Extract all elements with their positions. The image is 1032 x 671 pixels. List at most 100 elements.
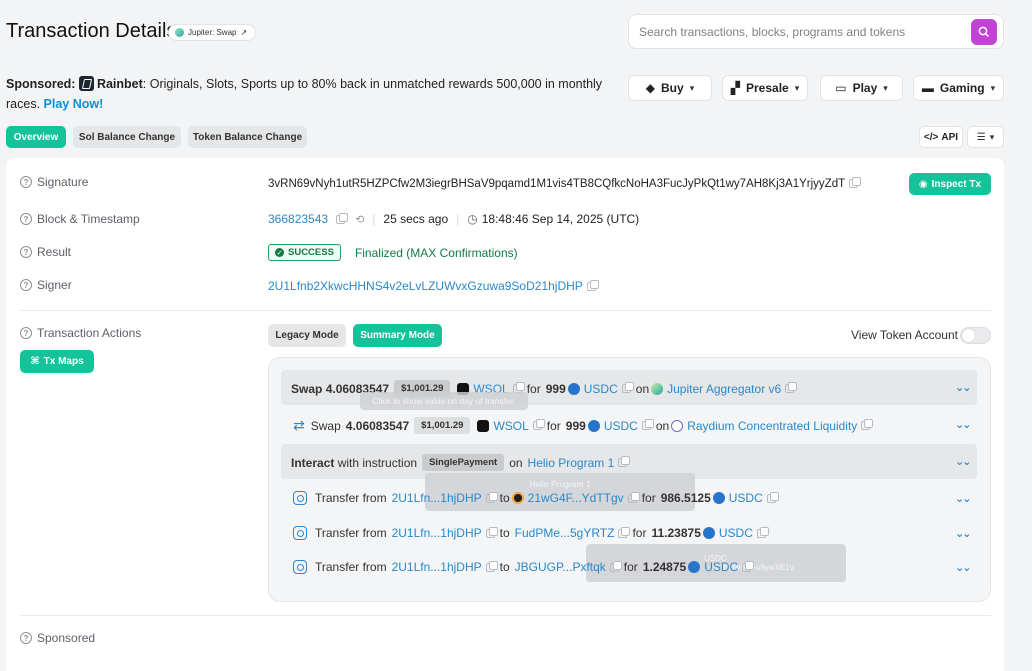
copy-icon[interactable] [621, 382, 634, 393]
expand-icon[interactable]: ⌄⌄ [955, 381, 972, 394]
copy-icon[interactable] [766, 491, 779, 503]
program-chip[interactable]: Jupiter: Swap ↗ [168, 24, 257, 41]
buy-button[interactable]: ◆ Buy ▾ [628, 75, 712, 101]
transfer-from-link[interactable]: 2U1Lfn...1hjDHP [392, 526, 482, 540]
play-button[interactable]: ▭ Play ▾ [820, 75, 903, 101]
copy-icon[interactable] [586, 280, 599, 291]
helio-program-link[interactable]: Helio Program 1 [528, 456, 615, 470]
eye-icon: ◉ [918, 178, 928, 190]
copy-icon[interactable] [532, 419, 545, 430]
transfer-label: Transfer from [315, 560, 387, 574]
to-label: to [499, 560, 510, 574]
raydium-link[interactable]: Raydium Concentrated Liquidity [687, 419, 857, 433]
actions-label: Transaction Actions [37, 326, 142, 340]
copy-icon[interactable] [336, 212, 349, 224]
block-label-row: ? Block & Timestamp [20, 212, 140, 226]
tx-maps-button[interactable]: ⌘ Tx Maps [20, 350, 94, 373]
usdc-link[interactable]: USDC [729, 491, 763, 505]
result-label-row: ? Result [20, 245, 71, 259]
transfer-to-link[interactable]: FudPMe...5gYRTZ [515, 526, 615, 540]
view-token-account-toggle[interactable] [960, 327, 991, 344]
rainbet-logo-icon [78, 76, 94, 91]
api-button[interactable]: </> API [919, 126, 963, 148]
swap-prefix: Swap [291, 381, 323, 396]
block-link[interactable]: 366823543 [268, 212, 328, 226]
summary-mode-button[interactable]: Summary Mode [353, 324, 442, 347]
actions-label-row: ? Transaction Actions [20, 326, 141, 340]
to-label: to [499, 491, 510, 505]
copy-icon[interactable] [742, 560, 755, 572]
expand-icon[interactable]: ⌄⌄ [955, 492, 972, 505]
view-token-account-label: View Token Account [851, 328, 958, 342]
transfer-to-link[interactable]: JBGUGP...Pxftqk [515, 560, 606, 574]
copy-icon[interactable] [785, 382, 798, 393]
transfer-from-link[interactable]: 2U1Lfn...1hjDHP [392, 560, 482, 574]
to-label: to [499, 526, 510, 540]
tab-overview[interactable]: Overview [6, 126, 66, 148]
copy-icon[interactable] [609, 560, 622, 572]
usdc-link[interactable]: USDC [604, 419, 638, 433]
result-value-row: ✓ SUCCESS Finalized (MAX Confirmations) [268, 244, 518, 261]
copy-icon[interactable] [485, 491, 498, 503]
tag-icon: ◆ [645, 81, 656, 95]
signer-label: Signer [37, 278, 72, 292]
transfer-amount: 11.23875 [651, 526, 701, 540]
expand-icon[interactable]: ⌄⌄ [955, 527, 972, 540]
copy-icon[interactable] [618, 456, 631, 467]
transfer-icon [293, 491, 307, 505]
gaming-button[interactable]: ▬ Gaming ▾ [913, 75, 1004, 101]
usdc-link[interactable]: USDC [584, 382, 618, 396]
tab-token-balance-change[interactable]: Token Balance Change [188, 126, 307, 148]
history-icon[interactable]: ⟲ [355, 213, 364, 226]
swap-out-amount: 999 [565, 418, 586, 433]
copy-icon[interactable] [618, 526, 631, 538]
jupiter-icon [651, 382, 664, 395]
clock-icon: ◷ [467, 212, 478, 226]
jupiter-aggregator-link[interactable]: Jupiter Aggregator v6 [667, 382, 781, 396]
copy-icon[interactable] [485, 526, 498, 538]
usdc-token-icon [587, 419, 600, 432]
chevron-down-icon: ▾ [883, 82, 888, 93]
expand-icon[interactable]: ⌄⌄ [955, 418, 972, 431]
for-label: for [526, 381, 541, 396]
interact-prefix: Interact [291, 455, 335, 470]
tab-sol-balance-change[interactable]: Sol Balance Change [73, 126, 181, 148]
chevron-down-icon: ▾ [990, 82, 996, 93]
usdc-link[interactable]: USDC [719, 526, 753, 540]
signer-link[interactable]: 2U1Lfnb2XkwcHHNS4v2eLvLZUWvxGzuwa9SoD21h… [268, 279, 583, 293]
transfer-row-2: Transfer from 2U1Lfn...1hjDHP to FudPMe.… [293, 526, 769, 540]
copy-icon[interactable] [485, 560, 498, 572]
transfer-icon [293, 560, 307, 574]
legacy-mode-button[interactable]: Legacy Mode [268, 324, 346, 347]
play-now-link[interactable]: Play Now! [44, 97, 104, 111]
copy-icon[interactable] [849, 177, 862, 188]
expand-icon[interactable]: ⌄⌄ [955, 561, 972, 574]
wsol-link[interactable]: WSOL [493, 419, 528, 433]
copy-icon[interactable] [627, 491, 640, 503]
transfer-icon [293, 526, 307, 540]
help-icon: ? [20, 632, 32, 644]
usd-value-badge[interactable]: $1,001.29 [414, 417, 471, 434]
search-button[interactable] [971, 19, 997, 45]
block-label: Block & Timestamp [37, 212, 140, 226]
sponsored-banner: Sponsored: Rainbet: Originals, Slots, Sp… [6, 74, 606, 114]
transfer-to-link[interactable]: 21wG4F...YdTTgv [528, 491, 624, 505]
inspect-tx-label: Inspect Tx [931, 178, 982, 190]
transfer-from-link[interactable]: 2U1Lfn...1hjDHP [392, 491, 482, 505]
view-menu-button[interactable]: ☰ ▾ [967, 126, 1004, 148]
screen-icon: ▭ [835, 81, 847, 95]
program-chip-label: Jupiter: Swap [188, 28, 237, 37]
copy-icon[interactable] [861, 419, 874, 430]
for-label: for [623, 560, 638, 574]
help-icon: ? [20, 213, 32, 225]
copy-icon[interactable] [641, 419, 654, 430]
search-input[interactable]: Search transactions, blocks, programs an… [628, 14, 1004, 49]
presale-button[interactable]: ▞ Presale ▾ [722, 75, 808, 101]
expand-icon[interactable]: ⌄⌄ [955, 455, 972, 468]
separator: | [456, 212, 460, 226]
copy-icon[interactable] [756, 526, 769, 538]
for-label: for [641, 491, 656, 505]
usdc-token-icon [567, 382, 580, 395]
usdc-link[interactable]: USDC [704, 560, 738, 574]
inspect-tx-button[interactable]: ◉ Inspect Tx [909, 173, 991, 195]
